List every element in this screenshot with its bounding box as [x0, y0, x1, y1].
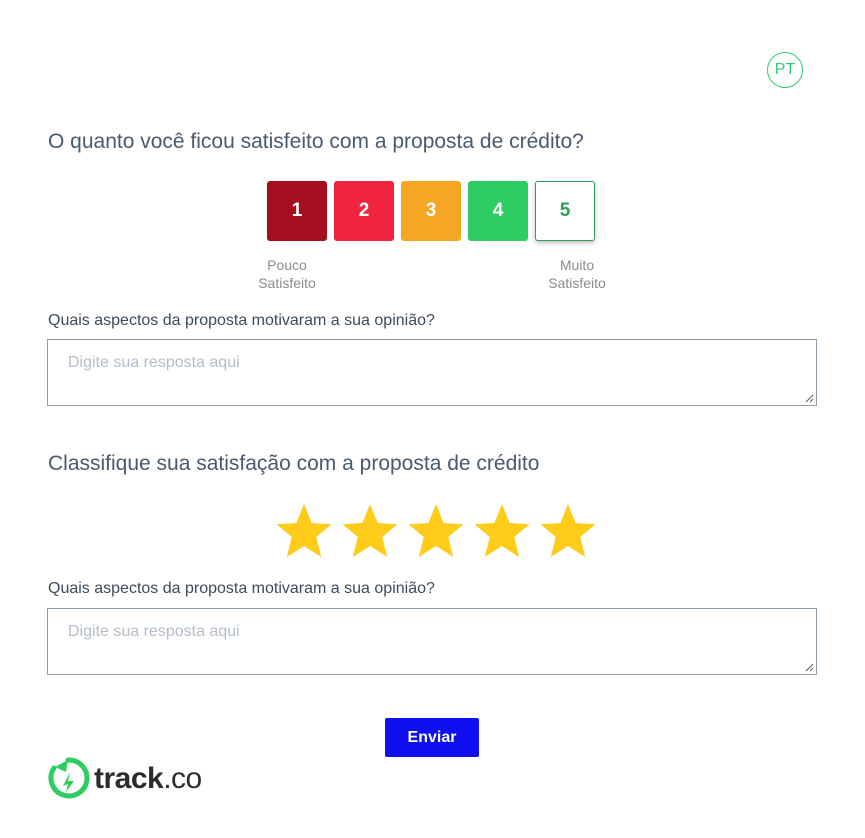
- language-badge[interactable]: PT: [767, 52, 803, 88]
- star-5-icon[interactable]: [538, 502, 598, 560]
- star-rating: [274, 502, 598, 560]
- scale-low-label: Pouco Satisfeito: [237, 256, 337, 292]
- question-2-title: Classifique sua satisfação com a propost…: [48, 452, 540, 475]
- scale-option-1[interactable]: 1: [267, 181, 327, 241]
- question-1-answer-input[interactable]: [47, 339, 817, 406]
- scale-option-4[interactable]: 4: [468, 181, 528, 241]
- scale-option-3[interactable]: 3: [401, 181, 461, 241]
- star-4-icon[interactable]: [472, 502, 532, 560]
- star-1-icon[interactable]: [274, 502, 334, 560]
- question-2-answer-input[interactable]: [47, 608, 817, 675]
- satisfaction-scale: 1 2 3 4 5: [267, 181, 595, 241]
- scale-option-5[interactable]: 5: [535, 181, 595, 241]
- brand-logo: track.co: [46, 756, 202, 802]
- brand-suffix: .co: [163, 762, 202, 795]
- scale-high-label-line1: Muito: [559, 257, 595, 273]
- resize-grip-icon[interactable]: [804, 393, 814, 403]
- star-2-icon[interactable]: [340, 502, 400, 560]
- brand-name: track: [94, 762, 164, 795]
- question-2-field-label: Quais aspectos da proposta motivaram a s…: [48, 580, 435, 597]
- resize-grip-icon[interactable]: [804, 662, 814, 672]
- submit-button[interactable]: Enviar: [385, 718, 479, 757]
- scale-option-2[interactable]: 2: [334, 181, 394, 241]
- brand-wordmark: track.co: [94, 762, 202, 796]
- scale-low-label-line1: Pouco: [267, 257, 307, 273]
- star-3-icon[interactable]: [406, 502, 466, 560]
- scale-high-label: Muito Satisfeito: [527, 256, 627, 292]
- track-logo-icon: [48, 757, 90, 799]
- question-1-title: O quanto você ficou satisfeito com a pro…: [48, 130, 584, 153]
- scale-low-label-line2: Satisfeito: [258, 275, 316, 291]
- question-1-field-label: Quais aspectos da proposta motivaram a s…: [48, 312, 435, 329]
- scale-high-label-line2: Satisfeito: [548, 275, 606, 291]
